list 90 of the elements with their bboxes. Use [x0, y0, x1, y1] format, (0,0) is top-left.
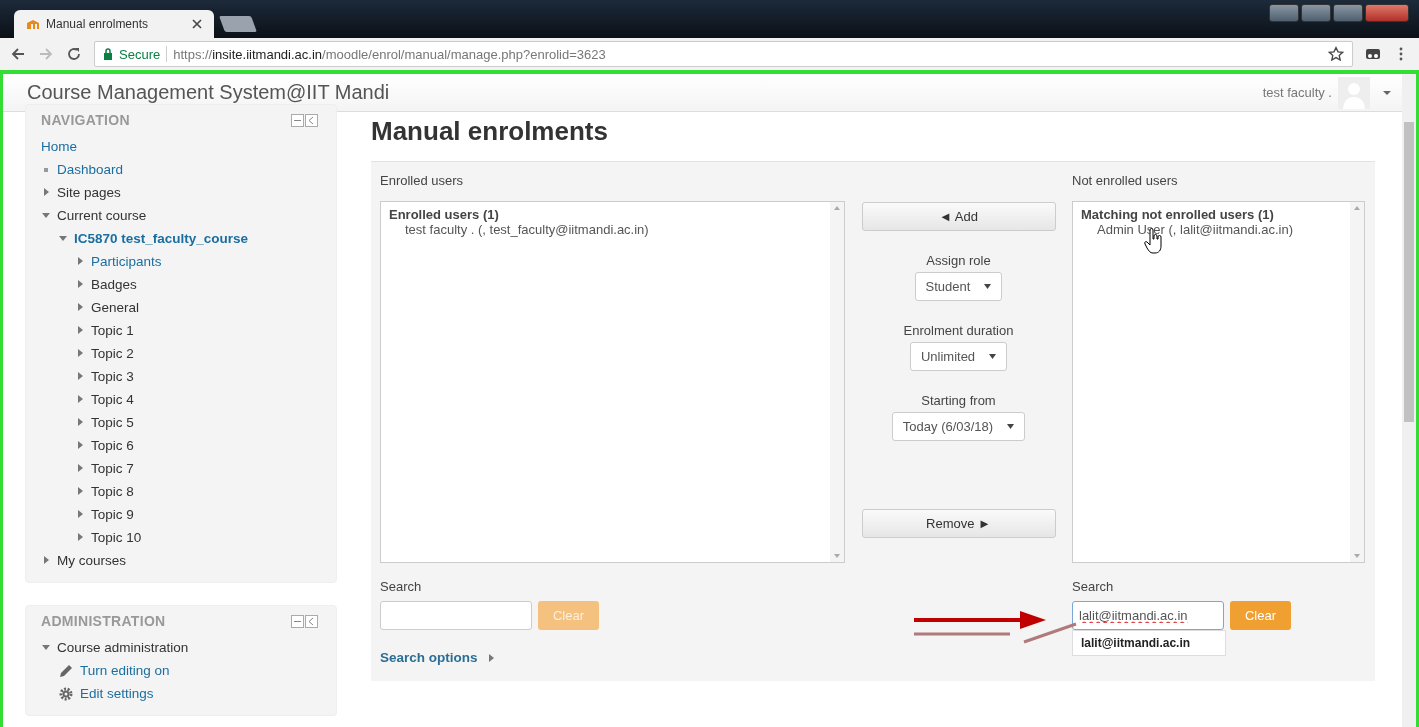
collapsed-triangle-icon[interactable]	[75, 348, 85, 358]
nav-link[interactable]: IC5870 test_faculty_course	[74, 231, 249, 246]
nav-link[interactable]: Site pages	[57, 185, 121, 200]
address-bar[interactable]: Secure https://insite.iitmandi.ac.in/moodle/enrol/manual/manage.php?enrolid=3623	[94, 41, 1353, 67]
page-title: Manual enrolments	[371, 116, 609, 147]
listbox-label: Enrolled users	[380, 173, 465, 188]
option-group-label: Matching not enrolled users (1)	[1081, 207, 1275, 222]
scroll-down-icon[interactable]	[1354, 554, 1360, 558]
favicon-icon	[26, 18, 40, 30]
block-controls-icon[interactable]	[291, 113, 321, 127]
search-label: Search	[1072, 579, 1115, 594]
select-label: Assign role	[926, 253, 991, 268]
extension-icon[interactable]	[1365, 46, 1381, 62]
scroll-up-icon[interactable]	[1354, 206, 1360, 210]
new-tab-button[interactable]	[219, 16, 257, 32]
nav-link[interactable]: Topic 3	[91, 369, 134, 384]
dropdown-select[interactable]: Unlimited	[909, 342, 1008, 371]
nav-link[interactable]: Topic 1	[91, 323, 134, 338]
collapsed-triangle-icon[interactable]	[75, 279, 85, 289]
block-title: ADMINISTRATION	[41, 613, 167, 629]
nav-link[interactable]: Topic 9	[91, 507, 134, 522]
collapsed-triangle-icon[interactable]	[41, 187, 51, 197]
close-icon[interactable]	[192, 19, 202, 29]
search-label: Search	[380, 579, 423, 594]
url-text: https://insite.iitmandi.ac.in/moodle/enrol/manual/manage.php?enrolid=3623	[173, 46, 607, 62]
nav-link[interactable]: Topic 6	[91, 438, 134, 453]
pencil-icon	[58, 662, 74, 679]
listbox-label: Not enrolled users	[1072, 173, 1179, 188]
collapsed-triangle-icon[interactable]	[75, 256, 85, 266]
gear-icon	[58, 685, 74, 702]
dropdown-select[interactable]: Today (6/03/18)	[891, 412, 1026, 441]
collapsed-triangle-icon[interactable]	[75, 417, 85, 427]
collapsed-triangle-icon[interactable]	[75, 302, 85, 312]
collapsed-triangle-icon[interactable]	[75, 371, 85, 381]
secure-label: Secure	[119, 46, 161, 62]
collapsed-triangle-icon[interactable]	[75, 440, 85, 450]
nav-link[interactable]: Topic 7	[91, 461, 134, 476]
scroll-down-icon[interactable]	[834, 554, 840, 558]
collapsed-triangle-icon[interactable]	[75, 486, 85, 496]
select-label: Enrolment duration	[903, 323, 1014, 338]
nav-link[interactable]: Turn editing on	[80, 663, 170, 678]
option-group-label: Enrolled users (1)	[389, 207, 500, 222]
nav-link[interactable]: Participants	[91, 254, 162, 269]
collapsed-triangle-icon[interactable]	[75, 532, 85, 542]
collapsed-triangle-icon[interactable]	[75, 509, 85, 519]
lock-icon	[103, 48, 113, 60]
collapsed-triangle-icon[interactable]	[75, 463, 85, 473]
reload-icon[interactable]	[66, 46, 82, 62]
search-options-link[interactable]: Search options	[380, 650, 478, 665]
search-field[interactable]: lalit@iitmandi.ac.in	[1072, 601, 1224, 630]
dropdown-caret-icon	[989, 354, 997, 359]
back-icon[interactable]	[10, 46, 26, 62]
nav-link[interactable]: General	[91, 300, 140, 315]
nav-link[interactable]: Course administration	[57, 640, 189, 655]
nav-link[interactable]: Edit settings	[80, 686, 154, 701]
dropdown-caret-icon	[1007, 424, 1015, 429]
select-label: Starting from	[921, 393, 996, 408]
collapsed-triangle-icon[interactable]	[41, 555, 51, 565]
expanded-triangle-icon[interactable]	[41, 210, 51, 220]
nav-link[interactable]: Dashboard	[57, 162, 124, 177]
nav-link[interactable]: Topic 4	[91, 392, 134, 407]
remove-button[interactable]: Remove ►	[861, 509, 1056, 538]
site-name[interactable]: Course Management System@IIT Mandi	[27, 81, 1263, 104]
nav-link[interactable]: My courses	[57, 553, 127, 568]
dropdown-caret-icon	[984, 284, 992, 289]
nav-link[interactable]: Topic 8	[91, 484, 134, 499]
dropdown-select[interactable]: Student	[914, 272, 1003, 301]
collapsed-triangle-icon[interactable]	[75, 394, 85, 404]
nav-link[interactable]: Topic 10	[91, 530, 142, 545]
close-window-button[interactable]	[1365, 4, 1409, 22]
nav-link[interactable]: Home	[41, 139, 77, 154]
expanded-triangle-icon[interactable]	[58, 233, 68, 243]
browser-tab[interactable]: Manual enrolments	[14, 10, 214, 38]
nav-link[interactable]: Current course	[57, 208, 147, 223]
collapsed-triangle-icon[interactable]	[75, 325, 85, 335]
add-button[interactable]: ◄ Add	[861, 202, 1056, 231]
nav-link[interactable]: Topic 2	[91, 346, 134, 361]
user-name[interactable]: test faculty .	[1262, 85, 1332, 100]
block-controls-icon[interactable]	[291, 614, 321, 628]
autocomplete-suggestion[interactable]: lalit@iitmandi.ac.in	[1072, 630, 1226, 656]
nav-link[interactable]: Topic 5	[91, 415, 134, 430]
nav-link[interactable]: Badges	[91, 277, 137, 292]
star-icon[interactable]	[1328, 46, 1344, 62]
user-listbox[interactable]: Enrolled users (1) test faculty . (, test_faculty@iitmandi.ac.in)	[380, 201, 845, 563]
search-field[interactable]	[380, 601, 532, 630]
block-title: NAVIGATION	[41, 112, 131, 128]
scroll-up-icon[interactable]	[834, 206, 840, 210]
user-option[interactable]: test faculty . (, test_faculty@iitmandi.ac.in)	[405, 222, 649, 237]
expanded-triangle-icon[interactable]	[41, 642, 51, 652]
scrollbar[interactable]	[1402, 74, 1416, 727]
